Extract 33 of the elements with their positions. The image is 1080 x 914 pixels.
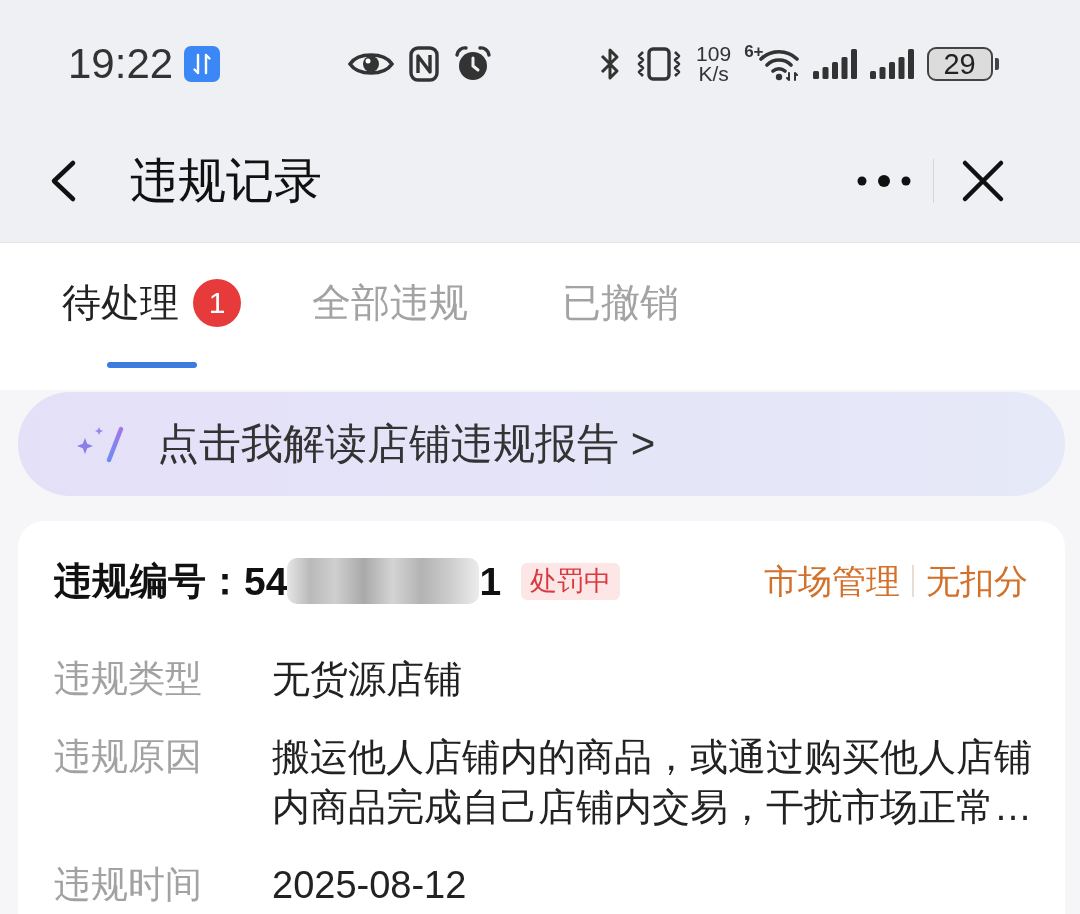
tab-label: 待处理 (62, 280, 179, 326)
report-banner[interactable]: 点击我解读店铺违规报告 > (18, 392, 1065, 496)
alarm-clock-icon (454, 45, 493, 83)
battery-percentage: 29 (926, 47, 993, 81)
category-text: 市场管理 (764, 564, 900, 598)
clock-time: 19:22 (68, 43, 174, 85)
signal-bars-icon (869, 49, 914, 79)
close-button[interactable] (961, 159, 1005, 203)
page-title: 违规记录 (130, 157, 322, 205)
network-speed: 109 (696, 44, 732, 64)
number-start: 54 (244, 561, 288, 601)
network-speed-unit: K/s (698, 64, 729, 84)
count-badge: 1 (193, 279, 241, 327)
signal-bars-icon (812, 49, 857, 79)
tab-label: 全部违规 (312, 280, 468, 326)
sparkle-wand-icon (76, 424, 126, 464)
field-value: 搬运他人店铺内的商品，或通过购买他人店铺内商品完成自己店铺内交易，干扰市场正常… (272, 735, 1033, 830)
nfc-icon (409, 46, 440, 82)
field-value: 2025-08-12 (272, 863, 468, 908)
number-end: 1 (479, 561, 502, 601)
status-tag: 处罚中 (521, 562, 621, 600)
wifi-standard-label: 6+ (744, 43, 764, 60)
number-label: 违规编号： (54, 562, 244, 600)
field-label: 违规类型 (54, 657, 203, 701)
banner-text: 点击我解读店铺违规报告 > (157, 423, 656, 465)
more-button[interactable] (857, 174, 911, 188)
tab[interactable]: 待处理 1 (62, 278, 312, 368)
data-transfer-icon (184, 46, 221, 82)
field-value: 无货源店铺 (272, 657, 463, 702)
deduction-text: 无扣分 (926, 564, 1028, 598)
field-label: 违规原因 (54, 735, 203, 779)
tab-label: 已撤销 (562, 280, 679, 326)
field-label: 违规时间 (54, 863, 203, 907)
